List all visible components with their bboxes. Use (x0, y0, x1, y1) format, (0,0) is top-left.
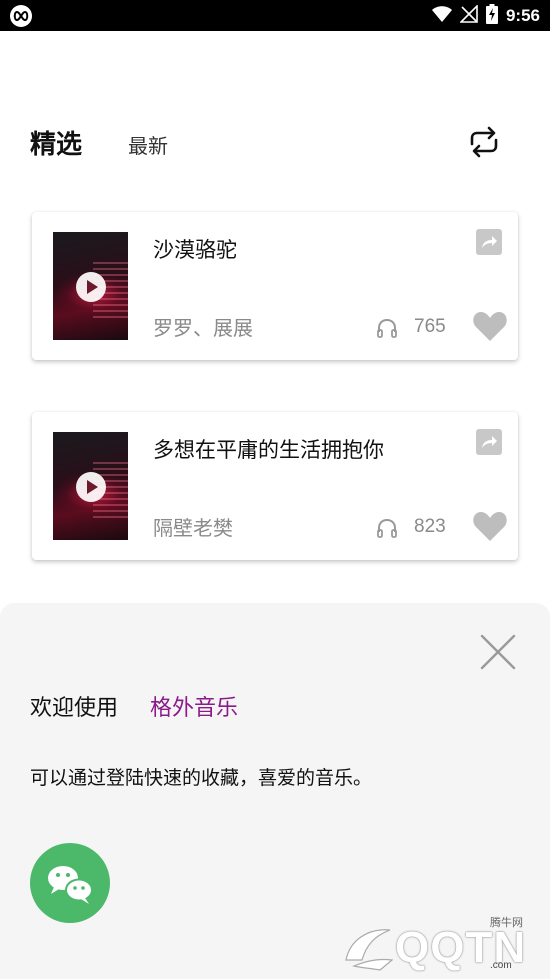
song-card[interactable]: 多想在平庸的生活拥抱你 隔壁老樊 823 (32, 412, 518, 560)
tab-latest[interactable]: 最新 (128, 130, 168, 159)
login-description: 可以通过登陆快速的收藏，喜爱的音乐。 (30, 767, 373, 789)
album-cover[interactable] (53, 232, 128, 340)
watermark-logo-icon (345, 929, 394, 971)
tab-featured[interactable]: 精选 (30, 124, 82, 161)
play-icon[interactable] (76, 472, 106, 502)
song-artist: 隔壁老樊 (153, 516, 233, 540)
infinity-icon (10, 5, 32, 27)
song-artist: 罗罗、展展 (153, 316, 253, 340)
watermark: QQTN 腾牛网 .com (340, 916, 545, 976)
watermark-small-text: 腾牛网 (490, 916, 523, 929)
album-cover[interactable] (53, 432, 128, 540)
song-title: 沙漠骆驼 (153, 238, 237, 262)
play-count: 765 (414, 316, 446, 337)
headphones-icon (376, 317, 398, 339)
wifi-icon (431, 5, 452, 26)
song-title: 多想在平庸的生活拥抱你 (153, 438, 384, 462)
repeat-icon[interactable] (464, 122, 504, 162)
signal-icon (459, 3, 478, 27)
play-icon[interactable] (76, 272, 106, 302)
heart-icon[interactable] (472, 309, 508, 343)
close-icon[interactable] (480, 634, 516, 670)
share-icon[interactable] (476, 229, 502, 255)
welcome-text: 欢迎使用 (30, 696, 119, 721)
status-bar: 9:56 (0, 0, 550, 31)
tab-bar: 精选 最新 (30, 124, 168, 160)
play-count: 823 (414, 516, 446, 537)
headphones-icon (376, 517, 398, 539)
wechat-icon (30, 866, 110, 927)
heart-icon[interactable] (472, 509, 508, 543)
song-card[interactable]: 沙漠骆驼 罗罗、展展 765 (32, 212, 518, 360)
watermark-url: .com (490, 960, 512, 971)
share-icon[interactable] (476, 429, 502, 455)
battery-charging-icon (485, 3, 498, 28)
wechat-login-button[interactable] (30, 843, 110, 923)
clock: 9:56 (505, 5, 540, 25)
brand-name: 格外音乐 (150, 696, 239, 721)
